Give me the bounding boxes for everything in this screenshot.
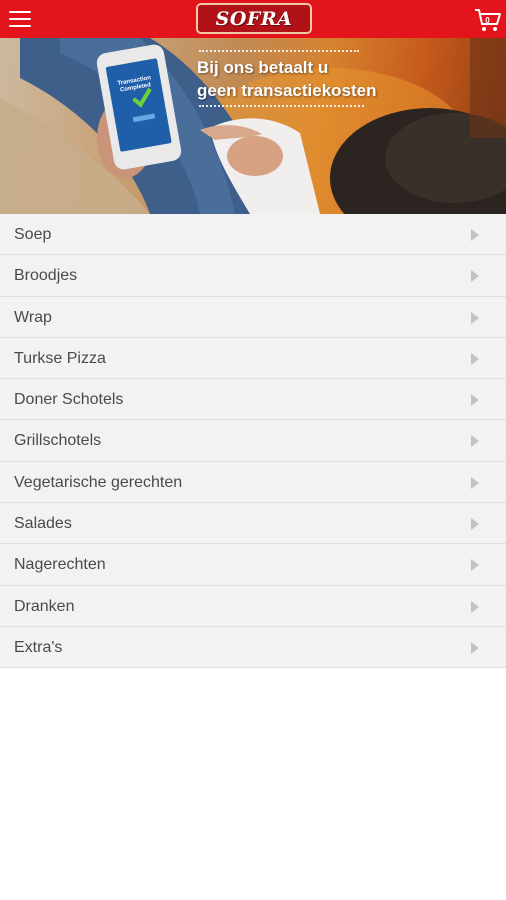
category-label: Turkse Pizza (14, 349, 106, 367)
sofra-logo[interactable]: SOFRA (196, 3, 312, 34)
category-item-nagerechten[interactable]: Nagerechten (0, 544, 506, 586)
category-list: Soep Broodjes Wrap Turkse Pizza Doner Sc… (0, 214, 506, 669)
chevron-right-icon (471, 641, 479, 654)
category-item-wrap[interactable]: Wrap (0, 296, 506, 338)
dotted-divider-bottom (199, 105, 364, 107)
chevron-right-icon (471, 476, 479, 489)
hamburger-icon[interactable] (9, 11, 31, 28)
category-label: Salades (14, 515, 72, 533)
banner-headline-2: geen transactiekosten (197, 81, 377, 100)
category-item-broodjes[interactable]: Broodjes (0, 255, 506, 297)
category-label: Broodjes (14, 267, 78, 285)
chevron-right-icon (471, 270, 479, 283)
chevron-right-icon (471, 229, 479, 241)
chevron-right-icon (471, 600, 479, 613)
category-item-doner-schotels[interactable]: Doner Schotels (0, 379, 506, 421)
chevron-right-icon (471, 518, 479, 531)
category-item-soep[interactable]: Soep (0, 214, 506, 256)
chevron-right-icon (471, 559, 479, 572)
category-item-dranken[interactable]: Dranken (0, 585, 506, 627)
banner-headline-1: Bij ons betaalt u (197, 58, 329, 77)
chevron-right-icon (471, 394, 479, 407)
category-label: Extra's (14, 638, 63, 656)
app-header: SOFRA 0 (0, 0, 506, 38)
category-label: Doner Schotels (14, 391, 124, 409)
chevron-right-icon (471, 435, 479, 448)
category-item-grillschotels[interactable]: Grillschotels (0, 420, 506, 462)
category-label: Vegetarische gerechten (14, 473, 183, 491)
category-label: Grillschotels (14, 432, 102, 450)
chevron-right-icon (471, 311, 479, 324)
category-label: Dranken (14, 597, 75, 615)
promo-banner: Transaction Completed Bij ons betaalt u … (0, 38, 506, 214)
cart-count-badge: 0 (485, 16, 490, 25)
category-item-salades[interactable]: Salades (0, 503, 506, 545)
category-item-turkse-pizza[interactable]: Turkse Pizza (0, 337, 506, 380)
logo-text: SOFRA (215, 7, 293, 30)
category-label: Wrap (14, 308, 52, 326)
shopping-cart-icon[interactable]: 0 (474, 7, 502, 33)
category-label: Soep (14, 226, 52, 243)
category-label: Nagerechten (14, 556, 106, 574)
dotted-divider-top (199, 50, 359, 52)
category-item-vegetarische-gerechten[interactable]: Vegetarische gerechten (0, 461, 506, 504)
chevron-right-icon (471, 352, 479, 365)
category-item-extras[interactable]: Extra's (0, 626, 506, 669)
